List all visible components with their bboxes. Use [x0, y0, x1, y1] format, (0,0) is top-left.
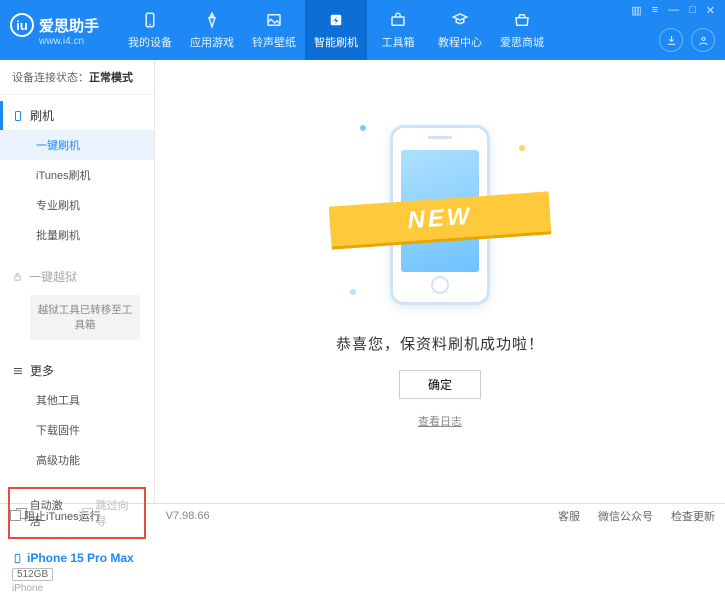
device-name[interactable]: iPhone 15 Pro Max [12, 551, 142, 565]
nav-ringtones[interactable]: 铃声壁纸 [243, 0, 305, 60]
device-info: iPhone 15 Pro Max 512GB iPhone [0, 545, 154, 600]
close-icon[interactable]: ✕ [706, 4, 715, 17]
footer: 阻止iTunes运行 V7.98.66 客服 微信公众号 检查更新 [0, 503, 725, 527]
sidebar-flash-header[interactable]: 刷机 [0, 101, 154, 130]
sidebar-item-itunes-flash[interactable]: iTunes刷机 [0, 160, 154, 190]
view-log-link[interactable]: 查看日志 [418, 413, 462, 429]
checkbox-block-itunes[interactable]: 阻止iTunes运行 [10, 508, 101, 524]
footer-support[interactable]: 客服 [558, 508, 580, 524]
footer-wechat[interactable]: 微信公众号 [598, 508, 653, 524]
store-icon [512, 10, 532, 30]
lock-icon [12, 271, 23, 282]
sidebar: 设备连接状态：正常模式 刷机 一键刷机 iTunes刷机 专业刷机 批量刷机 一… [0, 60, 155, 503]
device-type: iPhone [12, 583, 142, 594]
user-button[interactable] [691, 28, 715, 52]
sidebar-item-pro-flash[interactable]: 专业刷机 [0, 190, 154, 220]
nav-my-device[interactable]: 我的设备 [119, 0, 181, 60]
pin-icon[interactable]: ▥ [631, 4, 641, 17]
tutorial-icon [450, 10, 470, 30]
nav-apps[interactable]: 应用游戏 [181, 0, 243, 60]
storage-badge: 512GB [12, 568, 53, 581]
menu-icon[interactable]: ≡ [652, 4, 658, 17]
wallpaper-icon [264, 10, 284, 30]
sidebar-more-header[interactable]: 更多 [0, 356, 154, 385]
minimize-icon[interactable]: — [668, 4, 679, 17]
sidebar-jailbreak-header: 一键越狱 [0, 262, 154, 291]
footer-update[interactable]: 检查更新 [671, 508, 715, 524]
app-url: www.i4.cn [39, 36, 99, 47]
nav-tutorials[interactable]: 教程中心 [429, 0, 491, 60]
flash-icon [326, 10, 346, 30]
version-label: V7.98.66 [166, 510, 210, 522]
toolbox-icon [388, 10, 408, 30]
window-controls: ▥ ≡ — □ ✕ [631, 4, 715, 17]
logo-area: iu 爱思助手 www.i4.cn [10, 13, 99, 47]
phone-small-icon [12, 553, 23, 564]
main-content: NEW 恭喜您，保资料刷机成功啦！ 确定 查看日志 [155, 60, 725, 503]
more-icon [12, 365, 24, 377]
jailbreak-note: 越狱工具已转移至工具箱 [30, 295, 140, 340]
nav-store[interactable]: 爱思商城 [491, 0, 553, 60]
apps-icon [202, 10, 222, 30]
sidebar-item-other-tools[interactable]: 其他工具 [0, 385, 154, 415]
sidebar-item-download-firmware[interactable]: 下载固件 [0, 415, 154, 445]
top-nav: 我的设备 应用游戏 铃声壁纸 智能刷机 工具箱 教程中心 爱思商城 [119, 0, 553, 60]
sidebar-item-batch-flash[interactable]: 批量刷机 [0, 220, 154, 250]
new-ribbon: NEW [329, 191, 551, 246]
maximize-icon[interactable]: □ [689, 4, 696, 17]
sidebar-item-advanced[interactable]: 高级功能 [0, 445, 154, 475]
device-icon [140, 10, 160, 30]
nav-toolbox[interactable]: 工具箱 [367, 0, 429, 60]
ok-button[interactable]: 确定 [399, 370, 481, 399]
logo-icon: iu [10, 13, 34, 37]
success-illustration: NEW [350, 115, 530, 315]
sidebar-item-oneclick-flash[interactable]: 一键刷机 [0, 130, 154, 160]
phone-icon [12, 110, 24, 122]
app-title: 爱思助手 [39, 15, 99, 36]
success-message: 恭喜您，保资料刷机成功啦！ [336, 333, 544, 354]
download-button[interactable] [659, 28, 683, 52]
nav-flash[interactable]: 智能刷机 [305, 0, 367, 60]
connection-status: 设备连接状态：正常模式 [0, 60, 154, 95]
app-header: iu 爱思助手 www.i4.cn 我的设备 应用游戏 铃声壁纸 智能刷机 工具… [0, 0, 725, 60]
